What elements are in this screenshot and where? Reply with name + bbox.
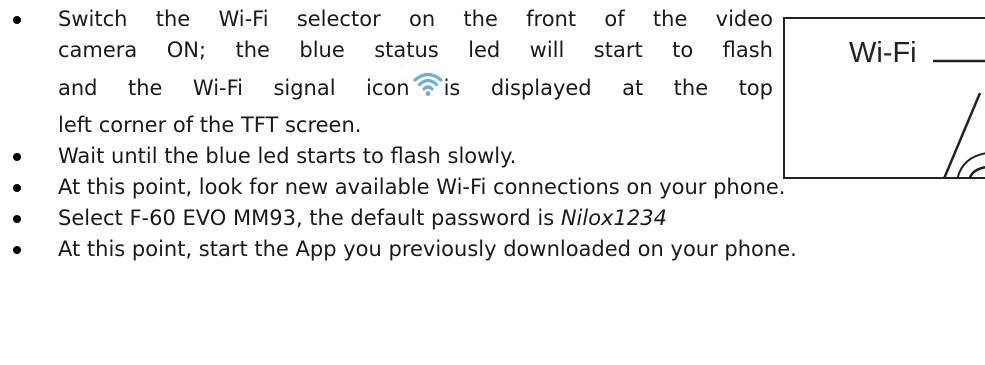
instruction-text: Select F-60 EVO MM93, the default passwo…: [58, 206, 561, 230]
instruction-line-4: left corner of the TFT screen.: [58, 113, 362, 137]
bullet-dot: [13, 246, 21, 254]
default-password: Nilox1234: [560, 206, 667, 230]
instruction-text: Wait until the blue led starts to flash …: [58, 144, 517, 168]
instruction-line-3-end: is displayed at the top: [443, 76, 773, 100]
camera-body-drawing: [933, 59, 985, 177]
bullet-dot: [13, 16, 21, 24]
instruction-item-select-network: Select F-60 EVO MM93, the default passwo…: [0, 203, 985, 234]
instruction-line-1: Switch the Wi-Fi selector on the front o…: [58, 7, 773, 31]
manual-page: Switch the Wi-Fi selector on the front o…: [0, 0, 985, 365]
instruction-item-start-app: At this point, start the App you previou…: [0, 234, 985, 265]
bullet-dot: [13, 184, 21, 192]
instruction-item-switch-wifi: Switch the Wi-Fi selector on the front o…: [0, 4, 773, 141]
instruction-line-3: and the Wi-Fi signal icon is displayed a…: [58, 66, 773, 110]
wifi-signal-icon: [412, 72, 443, 96]
instruction-line-2: camera ON; the blue status led will star…: [58, 38, 773, 62]
bullet-dot: [13, 153, 21, 161]
bullet-dot: [13, 215, 21, 223]
instruction-text: At this point, start the App you previou…: [58, 237, 797, 261]
instruction-text: At this point, look for new available Wi…: [58, 175, 786, 199]
wifi-selector-illustration: Wi-Fi: [783, 17, 985, 179]
instruction-line-3-start: and the Wi-Fi signal icon: [58, 76, 410, 100]
